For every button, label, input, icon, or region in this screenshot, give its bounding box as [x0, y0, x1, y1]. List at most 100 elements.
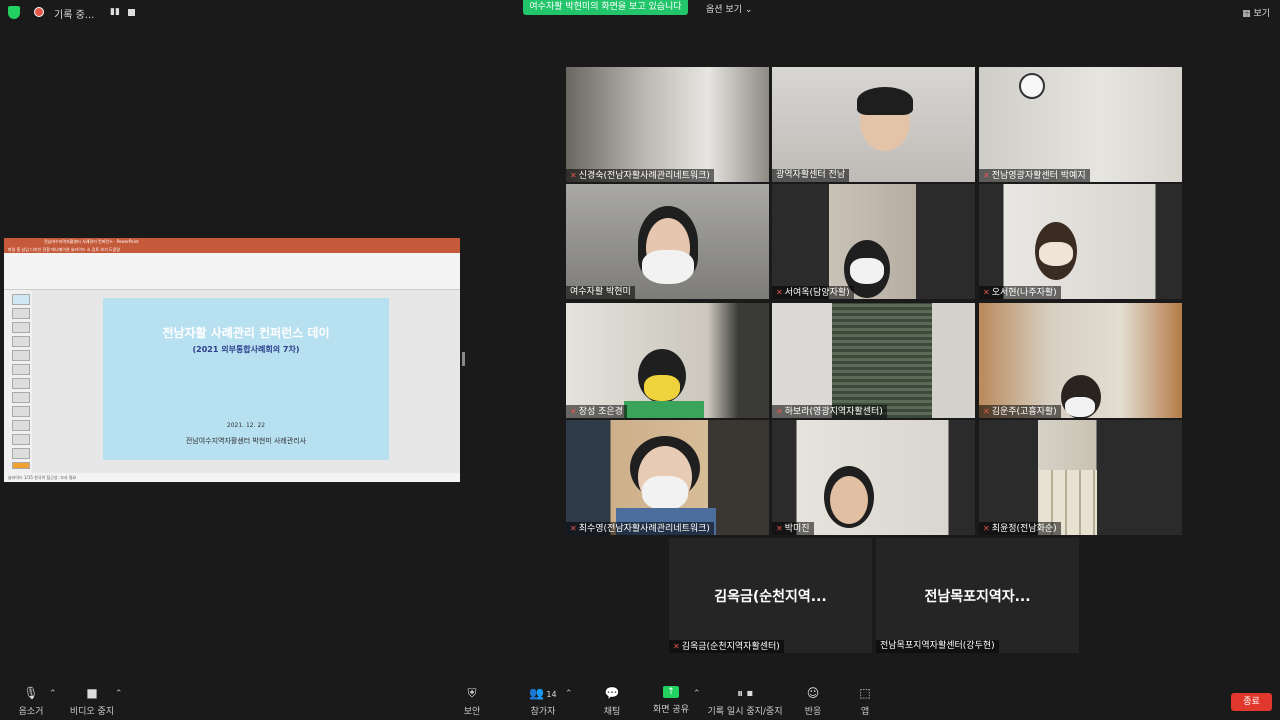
mic-muted-icon: ✕ [570, 171, 577, 180]
recording-controls-button[interactable]: ⏸ ⏹ 기록 일시 중지/중지 [707, 686, 783, 717]
video-feed [979, 184, 1182, 299]
participant-tile-active-speaker[interactable]: 여수자활 박현미 [566, 184, 769, 299]
participant-hair [857, 87, 913, 115]
chat-button[interactable]: 💬 채팅 [598, 686, 626, 717]
audio-options-caret[interactable]: ⌃ [49, 689, 57, 699]
pause-stop-icon: ⏸ ⏹ [737, 686, 753, 700]
shield-icon[interactable] [8, 6, 20, 19]
share-screen-button[interactable]: ↑ 화면 공유 [652, 686, 690, 715]
shared-screen[interactable]: 전남여수지역자활센터 사례관리 컨퍼런스 - PowerPoint 파일 홈 삽… [4, 238, 460, 482]
mic-muted-icon: ✕ [570, 524, 577, 533]
participant-tile[interactable]: ✕ 신경숙(전남자활사례관리네트워크) [566, 67, 769, 182]
microphone-icon: 🎙 [23, 686, 39, 700]
participant-tile[interactable]: ✕ 서여옥(담양자활) [772, 184, 975, 299]
share-options-caret[interactable]: ⌃ [693, 689, 701, 699]
mic-muted-icon: ✕ [570, 407, 577, 416]
view-button[interactable]: ▦ 보기 [1242, 6, 1270, 19]
ppt-status-bar: 슬라이드 1/15 한국어 접근성: 조사 필요 [4, 473, 460, 482]
slide-thumbnail [12, 364, 30, 375]
stop-recording-button[interactable] [128, 9, 135, 16]
participant-display-name: 김옥금(순천지역... [714, 589, 827, 605]
chat-label: 채팅 [603, 707, 621, 717]
slide-thumbnails [4, 290, 32, 473]
video-camera-icon: ■ [86, 686, 98, 700]
slide-thumbnail [12, 462, 30, 469]
face-mask [642, 250, 694, 284]
participant-tile[interactable]: ✕ 최수영(전남자활사례관리네트워크) [566, 420, 769, 535]
participant-tile[interactable]: ✕ 박미진 [772, 420, 975, 535]
slide-thumbnail [12, 434, 30, 445]
participant-name: ✕ 신경숙(전남자활사례관리네트워크) [566, 169, 714, 182]
smiley-icon: ☺ [806, 686, 820, 700]
reactions-label: 반응 [804, 707, 822, 717]
face-mask [850, 258, 884, 284]
ppt-window-title: 전남여수지역자활센터 사례관리 컨퍼런스 - PowerPoint [4, 238, 460, 246]
recording-icon [34, 7, 44, 17]
meeting-toolbar: 🎙 음소거 ⌃ ■ 비디오 중지 ⌃ ⛨ 보안 👥 14 참가자 ⌃ 💬 채팅 ↑… [0, 680, 1280, 720]
participant-name: ✕ 하보라(영광지역자활센터) [772, 405, 887, 418]
participant-name: ✕ 서여옥(담양자활) [772, 286, 854, 299]
participant-tile-video-off[interactable]: 전남목포지역자... 전남목포지역자활센터(강두현) [876, 538, 1079, 653]
apps-icon: ⬚ [859, 686, 871, 700]
mute-button[interactable]: 🎙 음소거 [14, 686, 48, 717]
participant-name: ✕ 전남영광자활센터 박예지 [979, 169, 1090, 182]
reactions-button[interactable]: ☺ 반응 [800, 686, 826, 717]
participants-options-caret[interactable]: ⌃ [565, 689, 573, 699]
participant-tile-video-off[interactable]: 김옥금(순천지역... ✕ 김옥금(순천지역자활센터) [669, 538, 872, 653]
security-button[interactable]: ⛨ 보안 [458, 686, 486, 717]
participants-label: 참가자 [530, 707, 556, 717]
participant-tile[interactable]: ✕ 장성 조은경 [566, 303, 769, 418]
participant-tile[interactable]: ✕ 전남영광자활센터 박예지 [979, 67, 1182, 182]
share-screen-label: 화면 공유 [653, 705, 689, 715]
slide-thumbnail [12, 294, 30, 305]
participants-count: 14 [546, 690, 557, 699]
slide-thumbnail [12, 322, 30, 333]
face-mask [642, 476, 688, 510]
participant-name: ✕ 김운주(고흥자활) [979, 405, 1061, 418]
apps-label: 앱 [860, 707, 870, 717]
slide-thumbnail [12, 308, 30, 319]
stop-video-button[interactable]: ■ 비디오 중지 [68, 686, 116, 717]
face-mask [1065, 397, 1095, 417]
mute-label: 음소거 [18, 707, 44, 717]
participant-name: 전남목포지역자활센터(강두현) [876, 640, 999, 653]
apps-button[interactable]: ⬚ 앱 [852, 686, 878, 717]
ppt-ribbon [4, 253, 460, 290]
mic-muted-icon: ✕ [776, 288, 783, 297]
recording-label: 기록 중... [54, 10, 95, 21]
recording-controls-label: 기록 일시 중지/중지 [707, 707, 783, 717]
split-view-handle[interactable] [462, 352, 465, 366]
slide-thumbnail [12, 448, 30, 459]
slide-thumbnail [12, 350, 30, 361]
participants-button[interactable]: 👥 14 참가자 [528, 686, 558, 717]
participant-tile[interactable]: ✕ 최윤정(전남화순) [979, 420, 1182, 535]
participant-tile[interactable]: ✕ 김운주(고흥자활) [979, 303, 1182, 418]
mic-muted-icon: ✕ [983, 524, 990, 533]
wall [932, 303, 975, 418]
view-options-button[interactable]: 옵션 보기 ⌄ [706, 2, 752, 15]
participant-display-name: 전남목포지역자... [924, 589, 1031, 605]
meeting-top-bar: 기록 중... ▮▮ 여수자활 박현미의 화면을 보고 있습니다 옵션 보기 ⌄… [0, 0, 1280, 24]
slide-thumbnail [12, 420, 30, 431]
slide-thumbnail [12, 378, 30, 389]
end-meeting-button[interactable]: 종료 [1231, 693, 1272, 711]
mic-muted-icon: ✕ [673, 642, 680, 651]
participant-tile[interactable]: 광역자활센터 전남 [772, 67, 975, 182]
wall [772, 303, 832, 418]
participant-name: ✕ 최윤정(전남화순) [979, 522, 1061, 535]
video-feed [979, 67, 1182, 182]
mic-muted-icon: ✕ [983, 407, 990, 416]
slide-title: 전남자활 사례관리 컨퍼런스 데이 [162, 326, 330, 340]
participants-icon: 👥 14 [529, 686, 557, 700]
participant-name: ✕ 장성 조은경 [566, 405, 627, 418]
video-feed [566, 67, 769, 182]
participant-tile[interactable]: ✕ 하보라(영광지역자활센터) [772, 303, 975, 418]
participant-tile[interactable]: ✕ 오서현(나주자활) [979, 184, 1182, 299]
pause-recording-button[interactable]: ▮▮ [110, 7, 120, 17]
shield-icon: ⛨ [467, 686, 477, 700]
video-options-caret[interactable]: ⌃ [115, 689, 123, 699]
participant-name: 광역자활센터 전남 [772, 169, 850, 182]
wall-clock-icon [1019, 73, 1045, 99]
ppt-editor: 전남자활 사례관리 컨퍼런스 데이 (2021 외부통합사례회의 7차) 202… [4, 290, 460, 473]
participant-name: ✕ 오서현(나주자활) [979, 286, 1061, 299]
